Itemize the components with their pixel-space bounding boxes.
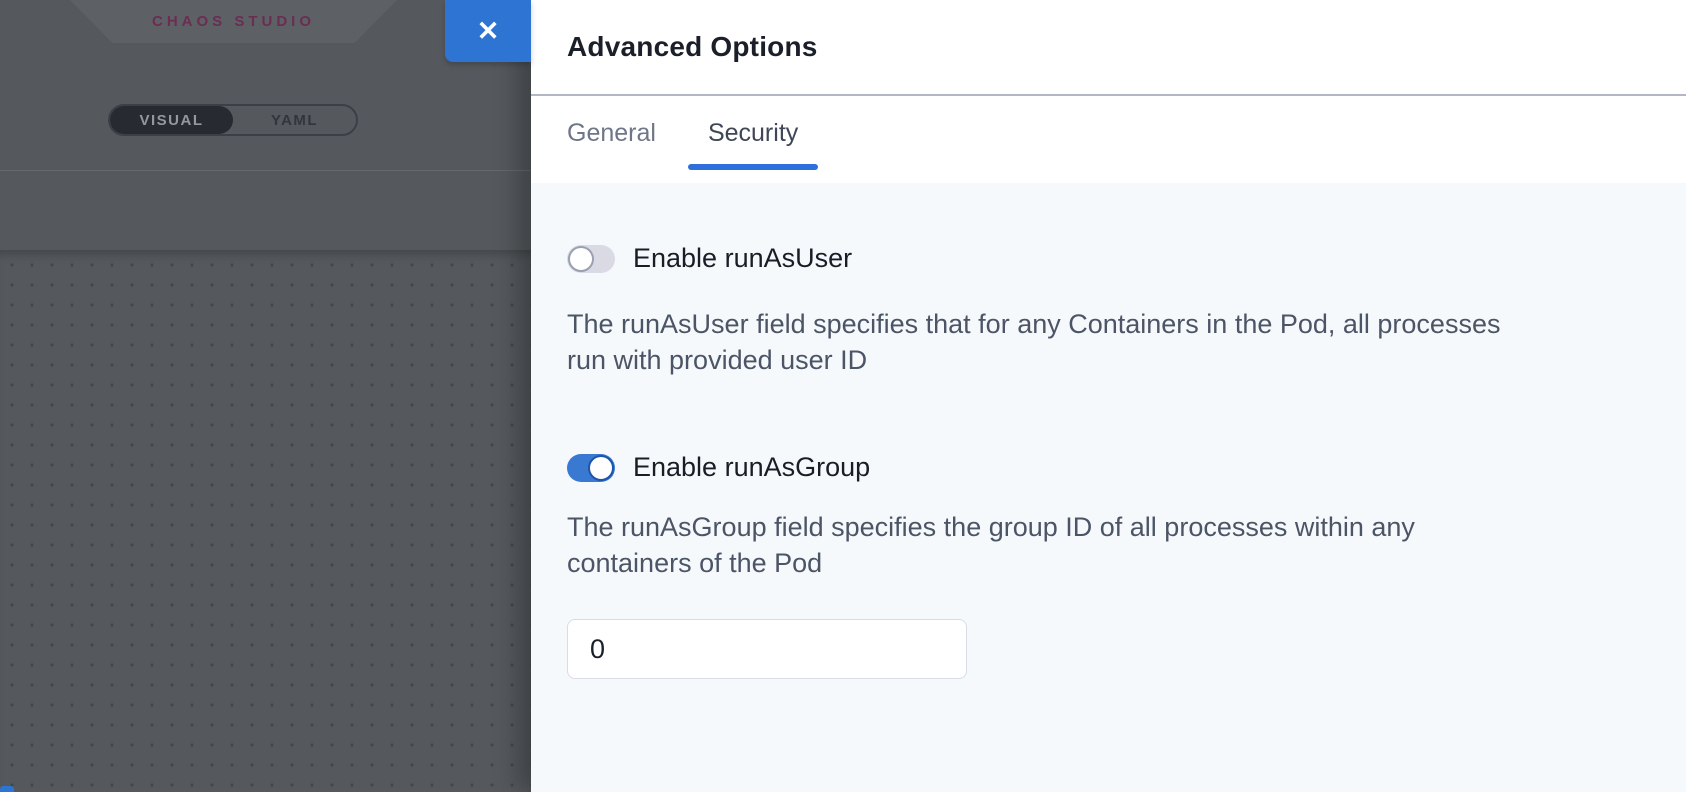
chaos-studio-banner: CHAOS STUDIO [70,0,397,43]
tab-security[interactable]: Security [708,96,798,173]
tab-general[interactable]: General [567,96,656,173]
run-as-user-row: Enable runAsUser [567,243,1646,274]
dotted-canvas [0,250,531,792]
drawer-title: Advanced Options [567,31,818,63]
visual-yaml-switch[interactable]: VISUAL YAML [108,104,358,136]
close-drawer-button[interactable]: ✕ [445,0,531,62]
run-as-user-toggle[interactable] [567,245,615,273]
description-line: run with provided user ID [567,342,1612,378]
run-as-group-toggle[interactable] [567,454,615,482]
run-as-user-label: Enable runAsUser [633,243,852,274]
run-as-group-description: The runAsGroup field specifies the group… [567,509,1612,581]
header-divider [0,170,531,171]
run-as-group-id-input[interactable] [567,619,967,679]
toggle-knob [568,246,594,272]
visual-mode-button[interactable]: VISUAL [110,106,233,134]
security-tab-panel: Enable runAsUser The runAsUser field spe… [531,183,1686,792]
toggle-knob [588,455,614,481]
drawer-tabs: General Security [531,96,1686,183]
close-icon: ✕ [477,18,500,45]
yaml-mode-button[interactable]: YAML [233,106,356,134]
dimmed-background: CHAOS STUDIO VISUAL YAML [0,0,531,792]
description-line: containers of the Pod [567,545,1612,581]
advanced-options-drawer: Advanced Options General Security Enable… [531,0,1686,792]
chaos-studio-banner-label: CHAOS STUDIO [152,13,315,30]
run-as-group-label: Enable runAsGroup [633,452,870,483]
canvas-corner-control[interactable] [0,786,14,792]
run-as-user-description: The runAsUser field specifies that for a… [567,306,1612,378]
drawer-header: Advanced Options [531,0,1686,96]
chaos-studio-screen: CHAOS STUDIO VISUAL YAML Advanced Option… [0,0,1686,792]
description-line: The runAsUser field specifies that for a… [567,306,1612,342]
run-as-group-row: Enable runAsGroup [567,452,1646,483]
description-line: The runAsGroup field specifies the group… [567,509,1612,545]
